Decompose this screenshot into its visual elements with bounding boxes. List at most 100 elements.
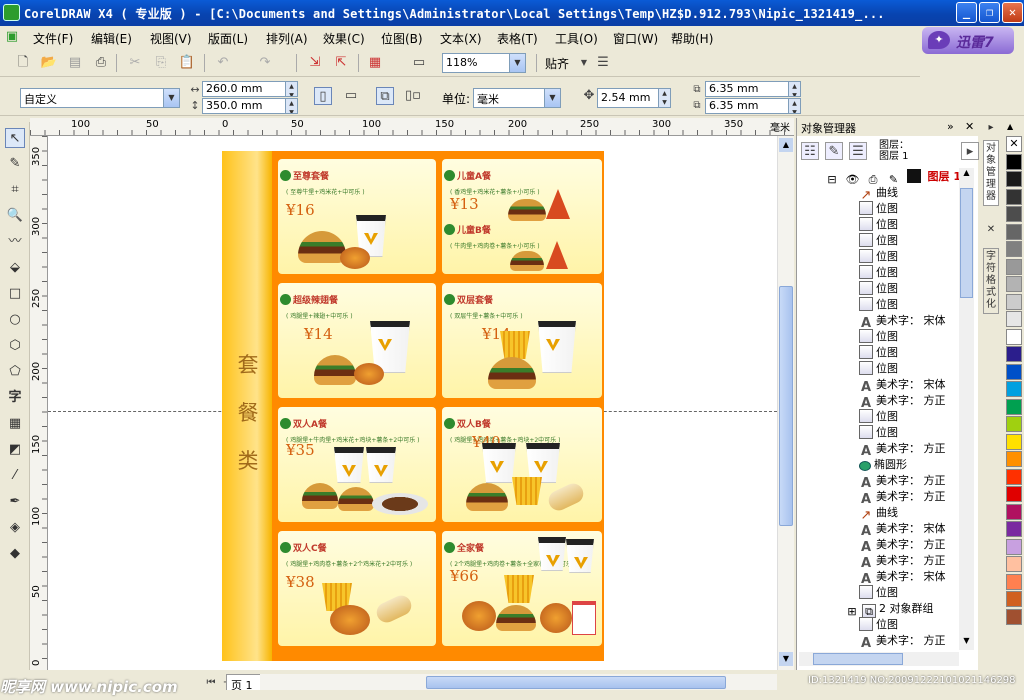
save-icon[interactable]: ▤ — [66, 54, 84, 72]
chevron-down-icon[interactable]: ▼ — [163, 89, 179, 107]
menu-arrange[interactable]: 排列(A) — [266, 30, 308, 47]
chevron-down-icon[interactable]: ▼ — [509, 54, 525, 72]
color-swatch[interactable] — [1006, 538, 1022, 555]
object-row[interactable]: A 美术字： 宋体 — [859, 520, 946, 539]
color-swatch[interactable] — [1006, 521, 1022, 537]
palette-scroll-up-icon[interactable]: ▲ — [1007, 122, 1013, 131]
application-launcher-icon[interactable]: ▦ — [366, 54, 384, 72]
new-icon[interactable]: 🗋 — [14, 54, 32, 72]
cut-icon[interactable]: ✂ — [126, 54, 144, 72]
redo-icon[interactable]: ↷ — [256, 54, 274, 72]
expand-group-icon[interactable]: ⊞ — [845, 605, 859, 619]
chevron-down-icon[interactable]: ▼ — [575, 54, 593, 72]
table-tool-icon[interactable]: ▦ — [5, 414, 25, 434]
crop-tool-icon[interactable]: ⌗ — [5, 180, 25, 200]
object-row[interactable]: A 美术字： 宋体 — [859, 568, 946, 587]
duplicate-y-field[interactable]: 6.35 mm ▲ ▼ — [705, 98, 801, 114]
scroll-down-icon[interactable]: ▼ — [960, 636, 973, 649]
unit-combo[interactable]: 毫米 ▼ — [473, 88, 561, 108]
duplicate-x-spinner[interactable]: ▲ ▼ — [788, 82, 800, 96]
menu-tools[interactable]: 工具(O) — [555, 30, 598, 47]
close-docker-icon[interactable]: ✕ — [965, 120, 974, 133]
page-width-field[interactable]: 260.0 mm ▲ ▼ — [202, 81, 298, 97]
object-row[interactable]: 位图 — [859, 344, 898, 360]
drawing-canvas[interactable]: 套 餐 类 至尊套餐 ( 至尊牛堡+鸡米花+中可乐 ) ¥16 儿童A餐 ( 香… — [48, 136, 777, 670]
export-icon[interactable]: ⇱ — [332, 54, 350, 72]
object-row[interactable]: 位图 — [859, 328, 898, 344]
object-row[interactable]: 位图 — [859, 264, 898, 280]
app-icon[interactable] — [3, 4, 20, 21]
outline-tool-icon[interactable]: ✒ — [5, 492, 25, 512]
shape-tool-icon[interactable]: ✎ — [5, 154, 25, 174]
menu-window[interactable]: 窗口(W) — [613, 30, 658, 47]
color-swatch[interactable] — [1006, 556, 1022, 572]
color-swatch[interactable] — [1006, 433, 1022, 450]
polygon-tool-icon[interactable]: ⬡ — [5, 336, 25, 356]
chevron-down-icon[interactable]: ▼ — [544, 89, 560, 107]
close-tab-icon[interactable]: ✕ — [983, 224, 999, 236]
color-swatch[interactable] — [1006, 486, 1022, 502]
current-page-icon[interactable]: ▯▫ — [404, 87, 422, 105]
nudge-distance-field[interactable]: 2.54 mm ▲ ▼ — [597, 88, 671, 108]
menu-card[interactable]: 超级辣翅餐 ( 鸡腿堡+辣翅+中可乐 ) ¥14 — [278, 283, 436, 398]
paste-icon[interactable]: 📋 — [178, 54, 196, 72]
color-swatch[interactable] — [1006, 503, 1022, 520]
color-swatch[interactable] — [1006, 276, 1022, 292]
color-swatch[interactable] — [1006, 398, 1022, 415]
object-row[interactable]: ↗ 曲线 — [859, 504, 898, 523]
menu-edit[interactable]: 编辑(E) — [91, 30, 132, 47]
menu-card[interactable]: 双人B餐 ( 鸡腿堡+鸡肉卷+薯条+鸡块+2中可乐 ) ¥40 — [442, 407, 602, 522]
expand-icon[interactable]: » — [947, 120, 954, 133]
visibility-icon[interactable]: 👁 — [846, 173, 860, 187]
layer-manager-view-icon[interactable]: ☰ — [849, 142, 867, 160]
paper-type-combo[interactable]: 自定义 ▼ — [20, 88, 180, 108]
snap-to-label[interactable]: 贴齐 — [545, 55, 569, 72]
options-icon[interactable]: ☰ — [594, 54, 612, 72]
object-row[interactable]: A 美术字： 方正 — [859, 392, 946, 411]
color-swatch[interactable] — [1006, 363, 1022, 380]
smart-fill-tool-icon[interactable]: ⬙ — [5, 258, 25, 278]
object-row[interactable]: A 美术字： 方正 — [859, 440, 946, 459]
fill-tool-icon[interactable]: ◈ — [5, 518, 25, 538]
object-row[interactable]: 位图 — [859, 216, 898, 232]
color-swatch[interactable] — [1006, 591, 1022, 607]
color-swatch[interactable] — [1006, 171, 1022, 187]
page-height-field[interactable]: 350.0 mm ▲ ▼ — [202, 98, 298, 114]
horizontal-scrollbar[interactable] — [260, 674, 777, 691]
object-row[interactable]: A 美术字： 宋体 — [859, 312, 946, 331]
menu-board-design[interactable]: 套 餐 类 至尊套餐 ( 至尊牛堡+鸡米花+中可乐 ) ¥16 儿童A餐 ( 香… — [222, 151, 604, 661]
close-button[interactable]: ✕ — [1002, 2, 1023, 23]
copy-icon[interactable]: ⎘ — [152, 54, 170, 72]
object-row[interactable]: 位图 — [859, 360, 898, 376]
menu-layout[interactable]: 版面(L) — [208, 30, 248, 47]
interactive-tool-icon[interactable]: ◩ — [5, 440, 25, 460]
color-swatch[interactable] — [1006, 258, 1022, 275]
maximize-button[interactable]: ❐ — [979, 2, 1000, 23]
object-tree-scrollbar[interactable]: ▲ ▼ — [959, 168, 974, 650]
object-row[interactable]: A 美术字： 方正 — [859, 472, 946, 491]
object-row[interactable]: A 美术字： 宋体 — [859, 376, 946, 395]
scroll-down-icon[interactable]: ▼ — [779, 652, 793, 666]
duplicate-y-spinner[interactable]: ▲ ▼ — [788, 99, 800, 113]
scroll-up-icon[interactable]: ▲ — [779, 138, 793, 152]
object-row[interactable]: 位图 — [859, 296, 898, 312]
text-tool-icon[interactable]: 字 — [5, 388, 25, 408]
object-row[interactable]: A 美术字： 方正 — [859, 632, 946, 651]
menu-bitmaps[interactable]: 位图(B) — [381, 30, 423, 47]
zoom-tool-icon[interactable]: 🔍 — [5, 206, 25, 226]
color-swatch[interactable] — [1006, 206, 1022, 222]
color-swatch[interactable] — [1006, 608, 1022, 625]
tab-character-formatting[interactable]: 字符格式化 — [983, 248, 999, 314]
vertical-scroll-thumb[interactable] — [779, 286, 793, 526]
tab-object-manager[interactable]: 对象管理器 — [983, 140, 999, 206]
color-swatch[interactable] — [1006, 346, 1022, 362]
interactive-fill-tool-icon[interactable]: ◆ — [5, 544, 25, 564]
horizontal-ruler[interactable]: 100 50 0 50 100 150 200 250 300 350 毫米 — [30, 118, 794, 136]
tree-h-scrollbar[interactable] — [799, 652, 959, 666]
dock-collapse-icon[interactable]: ▸ — [983, 122, 999, 134]
object-row[interactable]: A 美术字： 方正 — [859, 536, 946, 555]
height-spinner[interactable]: ▲ ▼ — [285, 99, 297, 113]
nudge-spinner[interactable]: ▲ ▼ — [658, 89, 670, 107]
freehand-tool-icon[interactable]: 〰 — [5, 232, 25, 252]
zoom-combo[interactable]: 118% ▼ — [442, 53, 526, 73]
